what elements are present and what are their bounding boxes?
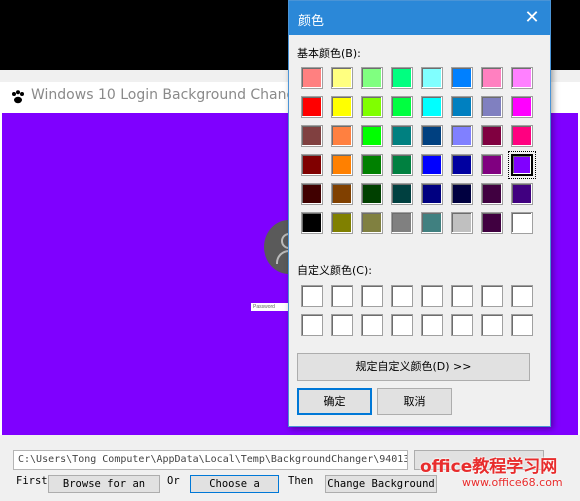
color-swatch[interactable] <box>481 212 503 234</box>
color-swatch[interactable] <box>331 67 353 89</box>
color-swatch[interactable] <box>481 285 503 307</box>
choose-color-button[interactable]: Choose a <box>190 475 279 493</box>
or-label: Or <box>167 475 180 487</box>
color-swatch[interactable] <box>511 183 533 205</box>
color-swatch[interactable] <box>361 96 383 118</box>
color-swatch[interactable] <box>331 212 353 234</box>
color-swatch[interactable] <box>391 67 413 89</box>
color-swatch[interactable] <box>361 125 383 147</box>
paw-icon <box>12 90 24 104</box>
color-swatch[interactable] <box>331 314 353 336</box>
color-swatch[interactable] <box>391 154 413 176</box>
color-swatch[interactable] <box>421 67 443 89</box>
watermark-url: www.office68.com <box>462 476 563 489</box>
color-swatch[interactable] <box>301 212 323 234</box>
color-swatch[interactable] <box>511 67 533 89</box>
color-swatch[interactable] <box>361 154 383 176</box>
color-swatch[interactable] <box>331 125 353 147</box>
color-swatch[interactable] <box>451 96 473 118</box>
color-swatch[interactable] <box>481 96 503 118</box>
color-dialog: 颜色 ✕ 基本颜色(B): 自定义颜色(C): 规定自定义颜色(D) >> 确定… <box>288 0 551 427</box>
color-swatch[interactable] <box>511 212 533 234</box>
color-swatch[interactable] <box>331 96 353 118</box>
then-label: Then <box>288 475 314 487</box>
color-swatch[interactable] <box>481 125 503 147</box>
color-swatch[interactable] <box>301 154 323 176</box>
define-custom-colors-button[interactable]: 规定自定义颜色(D) >> <box>297 353 530 381</box>
color-swatch[interactable] <box>451 183 473 205</box>
color-swatch[interactable] <box>511 314 533 336</box>
color-swatch[interactable] <box>361 183 383 205</box>
color-swatch[interactable] <box>361 314 383 336</box>
color-swatch[interactable] <box>301 285 323 307</box>
basic-colors-label: 基本颜色(B): <box>297 47 361 60</box>
password-field: Password <box>251 303 292 311</box>
cancel-button[interactable]: 取消 <box>377 388 452 415</box>
color-swatch[interactable] <box>451 212 473 234</box>
color-swatch[interactable] <box>301 125 323 147</box>
color-swatch[interactable] <box>331 183 353 205</box>
color-swatch[interactable] <box>451 154 473 176</box>
color-swatch[interactable] <box>421 154 443 176</box>
color-swatch[interactable] <box>451 314 473 336</box>
color-swatch[interactable] <box>481 67 503 89</box>
image-path-field[interactable]: C:\Users\Tong Computer\AppData\Local\Tem… <box>13 450 408 470</box>
color-swatch[interactable] <box>421 125 443 147</box>
color-swatch[interactable] <box>421 314 443 336</box>
close-icon[interactable]: ✕ <box>521 7 543 29</box>
first-label: First <box>16 475 48 487</box>
color-swatch[interactable] <box>481 154 503 176</box>
browse-button[interactable]: Browse for an <box>48 475 160 493</box>
color-swatch[interactable] <box>421 183 443 205</box>
color-swatch[interactable] <box>391 314 413 336</box>
color-swatch[interactable] <box>481 183 503 205</box>
color-swatch[interactable] <box>451 285 473 307</box>
watermark-logo: office教程学习网 <box>420 457 558 477</box>
app-title: Windows 10 Login Background Changer <box>31 87 310 103</box>
color-swatch[interactable] <box>331 285 353 307</box>
color-swatch[interactable] <box>361 67 383 89</box>
color-swatch[interactable] <box>511 285 533 307</box>
color-swatch[interactable] <box>301 96 323 118</box>
ok-button[interactable]: 确定 <box>297 388 372 415</box>
color-swatch[interactable] <box>421 285 443 307</box>
color-swatch[interactable] <box>331 154 353 176</box>
color-swatch[interactable] <box>301 183 323 205</box>
color-swatch[interactable] <box>391 212 413 234</box>
color-swatch[interactable] <box>391 183 413 205</box>
color-swatch[interactable] <box>511 125 533 147</box>
color-swatch[interactable] <box>391 125 413 147</box>
dialog-title: 颜色 <box>298 14 325 29</box>
color-swatch[interactable] <box>451 125 473 147</box>
color-swatch[interactable] <box>361 285 383 307</box>
custom-colors-label: 自定义颜色(C): <box>297 264 372 277</box>
color-swatch[interactable] <box>301 67 323 89</box>
change-background-button[interactable]: Change Background <box>325 475 437 493</box>
color-swatch[interactable] <box>421 96 443 118</box>
color-swatch[interactable] <box>391 96 413 118</box>
color-swatch[interactable] <box>361 212 383 234</box>
color-swatch[interactable] <box>391 285 413 307</box>
color-swatch[interactable] <box>481 314 503 336</box>
color-swatch[interactable] <box>511 96 533 118</box>
dialog-titlebar: 颜色 ✕ <box>289 1 550 35</box>
color-swatch[interactable] <box>301 314 323 336</box>
color-swatch-selected[interactable] <box>508 151 536 179</box>
color-swatch[interactable] <box>451 67 473 89</box>
color-swatch[interactable] <box>421 212 443 234</box>
